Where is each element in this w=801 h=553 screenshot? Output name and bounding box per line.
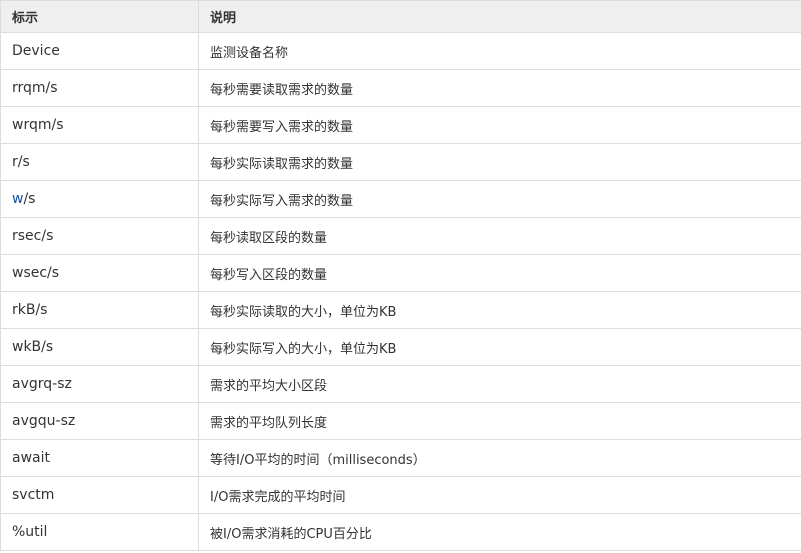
table-row: rrqm/s 每秒需要读取需求的数量: [0, 69, 801, 107]
table-row: wrqm/s 每秒需要写入需求的数量: [0, 106, 801, 144]
description-cell: 每秒实际读取需求的数量: [198, 143, 801, 181]
field-cell: rkB/s: [0, 291, 199, 329]
field-cell: wsec/s: [0, 254, 199, 292]
field-suffix: /s: [23, 191, 36, 207]
field-cell: Device: [0, 32, 199, 70]
table-header-row: 标示 说明: [0, 0, 801, 33]
table-row: rkB/s 每秒实际读取的大小，单位为KB: [0, 291, 801, 329]
table-row: rsec/s 每秒读取区段的数量: [0, 217, 801, 255]
field-cell: rrqm/s: [0, 69, 199, 107]
table-row: wkB/s 每秒实际写入的大小，单位为KB: [0, 328, 801, 366]
table-row: svctm I/O需求完成的平均时间: [0, 476, 801, 514]
description-cell: 需求的平均大小区段: [198, 365, 801, 403]
description-cell: 每秒需要写入需求的数量: [198, 106, 801, 144]
description-cell: 被I/O需求消耗的CPU百分比: [198, 513, 801, 551]
table-row: Device 监测设备名称: [0, 32, 801, 70]
field-cell: w/s: [0, 180, 199, 218]
description-cell: 每秒实际写入需求的数量: [198, 180, 801, 218]
table-row: avgrq-sz 需求的平均大小区段: [0, 365, 801, 403]
table-row: await 等待I/O平均的时间（milliseconds）: [0, 439, 801, 477]
field-cell: avgrq-sz: [0, 365, 199, 403]
field-cell: wkB/s: [0, 328, 199, 366]
iostat-fields-table: 标示 说明 Device 监测设备名称 rrqm/s 每秒需要读取需求的数量 w…: [0, 0, 801, 551]
description-cell: 每秒需要读取需求的数量: [198, 69, 801, 107]
field-cell: rsec/s: [0, 217, 199, 255]
field-cell: await: [0, 439, 199, 477]
description-cell: 需求的平均队列长度: [198, 402, 801, 440]
highlighted-term: w: [12, 191, 24, 207]
header-description: 说明: [198, 0, 801, 33]
description-cell: 每秒读取区段的数量: [198, 217, 801, 255]
description-cell: 等待I/O平均的时间（milliseconds）: [198, 439, 801, 477]
table-row: avgqu-sz 需求的平均队列长度: [0, 402, 801, 440]
table-row: wsec/s 每秒写入区段的数量: [0, 254, 801, 292]
field-cell: %util: [0, 513, 199, 551]
description-cell: 每秒写入区段的数量: [198, 254, 801, 292]
field-cell: avgqu-sz: [0, 402, 199, 440]
header-field: 标示: [0, 0, 199, 33]
field-cell: r/s: [0, 143, 199, 181]
table-row: %util 被I/O需求消耗的CPU百分比: [0, 513, 801, 551]
description-cell: 每秒实际读取的大小，单位为KB: [198, 291, 801, 329]
description-cell: I/O需求完成的平均时间: [198, 476, 801, 514]
field-cell: wrqm/s: [0, 106, 199, 144]
table-row: w/s 每秒实际写入需求的数量: [0, 180, 801, 218]
description-cell: 每秒实际写入的大小，单位为KB: [198, 328, 801, 366]
table-row: r/s 每秒实际读取需求的数量: [0, 143, 801, 181]
field-cell: svctm: [0, 476, 199, 514]
description-cell: 监测设备名称: [198, 32, 801, 70]
